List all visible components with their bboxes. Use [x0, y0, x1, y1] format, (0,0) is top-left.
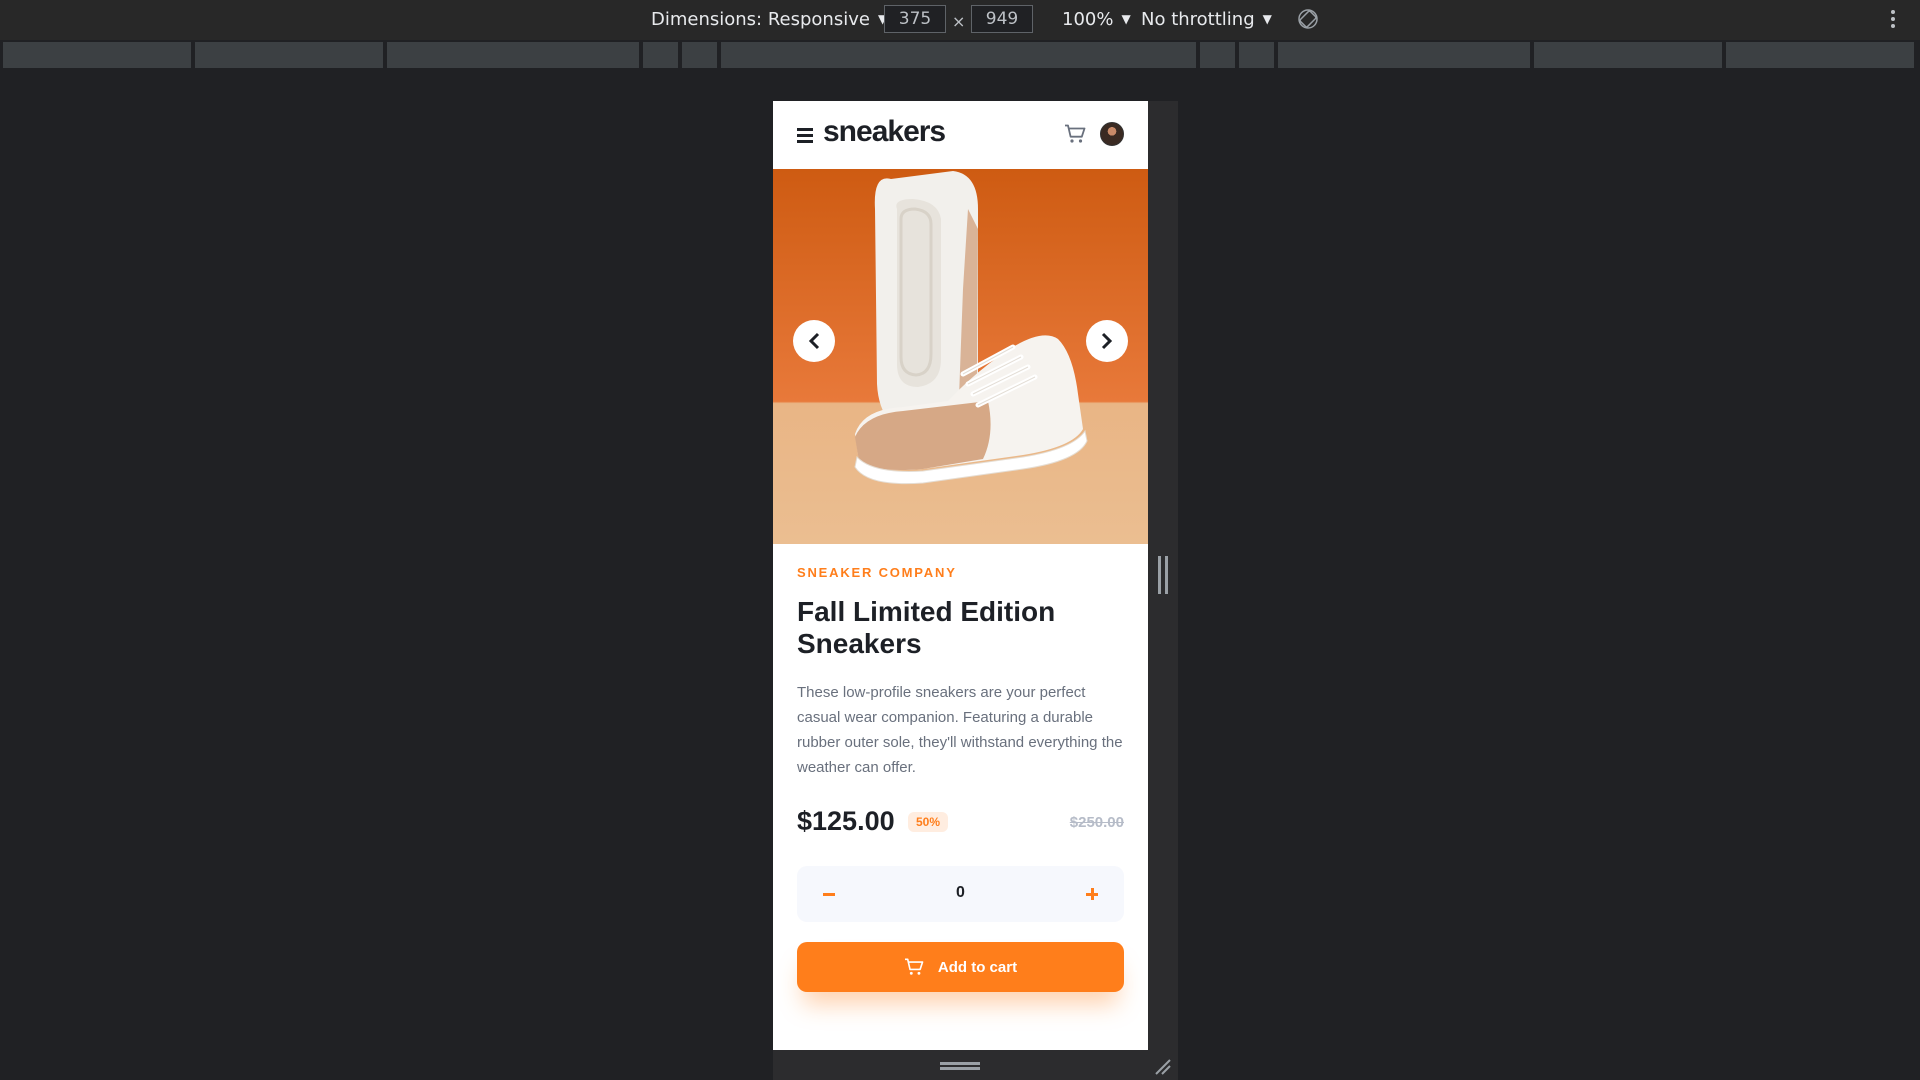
resize-grip-icon[interactable] [940, 1062, 980, 1070]
media-query-segment[interactable] [643, 42, 678, 68]
quantity-stepper: 0 [797, 866, 1124, 922]
dimensions-label: Dimensions: Responsive [651, 9, 870, 30]
media-query-segment[interactable] [1278, 42, 1530, 68]
chevron-right-icon [1101, 332, 1113, 350]
throttling-label: No throttling [1141, 9, 1255, 30]
product-info: SNEAKER COMPANY Fall Limited Edition Sne… [773, 565, 1148, 992]
device-viewport: sneakers SNEAKER COMPANY Fall Limited Ed… [773, 101, 1148, 1050]
company-name: SNEAKER COMPANY [797, 565, 957, 580]
media-query-segment[interactable] [1200, 42, 1235, 68]
kebab-icon[interactable] [1890, 10, 1896, 30]
media-query-segment[interactable] [195, 42, 383, 68]
cart-icon [904, 958, 924, 975]
menu-icon[interactable] [797, 128, 813, 143]
height-input[interactable]: 949 [971, 5, 1033, 33]
add-to-cart-button[interactable]: Add to cart [797, 942, 1124, 992]
throttling-select[interactable]: No throttling ▼ [1141, 9, 1272, 30]
product-title: Fall Limited Edition Sneakers [797, 596, 1056, 659]
zoom-label: 100% [1062, 9, 1114, 30]
cart-icon[interactable] [1064, 124, 1086, 144]
dimensions-select[interactable]: Dimensions: Responsive ▼ [651, 9, 887, 30]
media-query-segment[interactable] [721, 42, 1196, 68]
discount-badge: 50% [908, 812, 949, 832]
avatar[interactable] [1100, 122, 1124, 146]
width-input[interactable]: 375 [884, 5, 946, 33]
product-description: These low-profile sneakers are your perf… [797, 684, 1123, 776]
chevron-left-icon [808, 332, 820, 350]
corner-resize-icon[interactable] [1152, 1056, 1172, 1076]
media-query-segment[interactable] [3, 42, 191, 68]
devtools-device-toolbar: Dimensions: Responsive ▼ 375 × 949 100% ▼ … [0, 0, 1920, 40]
resize-grip-icon[interactable] [1158, 556, 1168, 594]
logo[interactable]: sneakers [823, 115, 946, 149]
original-price: $250.00 [1069, 814, 1124, 831]
current-price: $125.00 [797, 806, 895, 836]
plus-icon [1086, 888, 1098, 900]
caret-down-icon: ▼ [1262, 12, 1272, 26]
media-query-segment[interactable] [387, 42, 639, 68]
media-query-segment[interactable] [1239, 42, 1274, 68]
media-query-ruler [0, 42, 1920, 68]
times-sign: × [952, 12, 966, 31]
next-image-button[interactable] [1086, 320, 1128, 362]
zoom-select[interactable]: 100% ▼ [1062, 9, 1131, 30]
product-image [773, 169, 1148, 544]
media-query-segment[interactable] [1534, 42, 1722, 68]
add-to-cart-label: Add to cart [937, 958, 1018, 976]
rotate-icon[interactable] [1297, 8, 1319, 30]
media-query-segment[interactable] [682, 42, 717, 68]
previous-image-button[interactable] [793, 320, 835, 362]
media-query-segment[interactable] [1726, 42, 1914, 68]
price-row: $125.00 50% $250.00 [797, 804, 1124, 844]
caret-down-icon: ▼ [1121, 12, 1131, 26]
site-header: sneakers [773, 101, 1148, 169]
increase-quantity-button[interactable] [1072, 866, 1112, 922]
sneaker-photo [854, 171, 1088, 485]
